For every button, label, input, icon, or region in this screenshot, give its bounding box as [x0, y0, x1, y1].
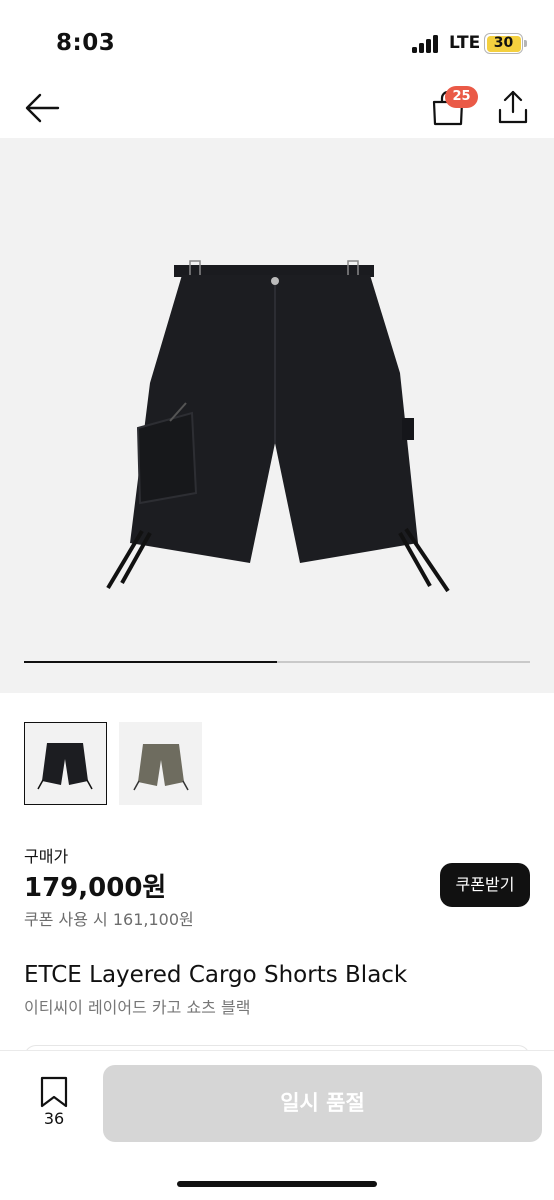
coupon-price-text: 쿠폰 사용 시 161,100원: [24, 910, 194, 929]
battery-icon: 30: [484, 33, 523, 54]
price-label: 구매가: [24, 847, 69, 866]
bookmark-count: 36: [43, 1109, 65, 1128]
bookmark-button[interactable]: 36: [36, 1075, 72, 1135]
bookmark-icon: [40, 1076, 68, 1108]
status-bar: 8:03 LTE 30: [0, 0, 554, 80]
color-option-black[interactable]: [24, 722, 107, 805]
thumb-khaki-image: [133, 744, 189, 791]
product-name-korean: 이티씨이 레이어드 카고 쇼츠 블랙: [24, 998, 251, 1017]
carousel-progress: [24, 661, 530, 663]
home-indicator: [177, 1181, 377, 1187]
get-coupon-button[interactable]: 쿠폰받기: [440, 863, 530, 907]
price: 179,000원: [24, 873, 167, 903]
share-icon[interactable]: [493, 88, 533, 128]
top-nav: 25: [0, 80, 554, 138]
bottom-action-bar: 36 일시 품절: [0, 1050, 554, 1200]
battery-level: 30: [486, 35, 521, 52]
signal-bars-icon: [412, 35, 442, 53]
battery-tip: [524, 40, 527, 47]
product-name: ETCE Layered Cargo Shorts Black: [24, 962, 408, 988]
sold-out-button[interactable]: 일시 품절: [103, 1065, 542, 1142]
thumb-black-image: [37, 743, 93, 790]
product-image: [106, 260, 450, 593]
carousel-progress-fill: [24, 661, 277, 663]
cart-count-badge: 25: [445, 86, 478, 108]
status-time: 8:03: [56, 30, 116, 56]
color-option-khaki[interactable]: [119, 722, 202, 805]
back-arrow-icon[interactable]: [22, 88, 62, 128]
product-image-carousel[interactable]: [0, 138, 554, 693]
network-type: LTE: [449, 33, 481, 53]
